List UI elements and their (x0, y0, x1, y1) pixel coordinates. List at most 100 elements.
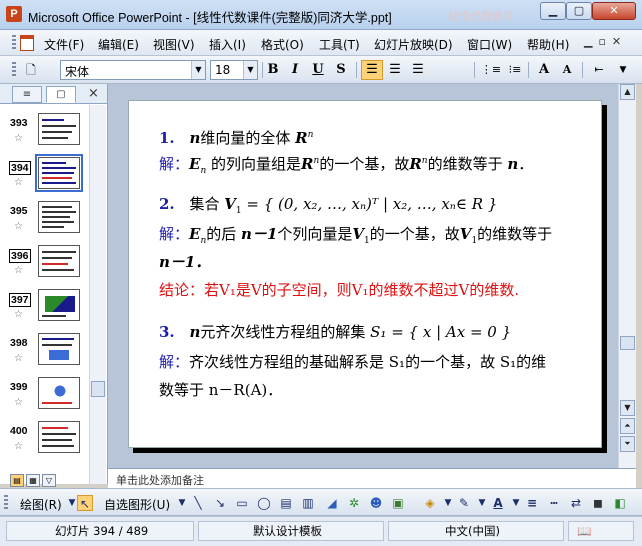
rectangle-tool-icon[interactable]: ▭ (234, 495, 250, 511)
wordart-icon[interactable]: ◢ (324, 495, 340, 511)
slide-line-5[interactable]: n－1． (159, 251, 210, 272)
scrollbar-thumb[interactable] (620, 336, 635, 350)
slide-line-2[interactable]: 解：En 的列向量组是Rn的一个基，故Rn的维数等于 n． (159, 153, 533, 176)
toolbar-options-button[interactable]: ▼ (616, 60, 630, 80)
maximize-button[interactable]: ▢ (566, 2, 592, 20)
font-color-icon[interactable]: A (490, 495, 506, 511)
new-document-button[interactable]: 🗋 (20, 60, 42, 80)
vertical-text-box-icon[interactable]: ▥ (300, 495, 316, 511)
align-left-button[interactable]: ☰ (361, 60, 383, 80)
underline-button[interactable]: U (307, 60, 329, 80)
slide-line-3[interactable]: 2. 集合 V1 = { (0, x₂, …, xₙ)ᵀ | x₂, …, xₙ… (159, 193, 497, 216)
notes-pane[interactable]: 单击此处添加备注 (108, 468, 636, 488)
shadow-style-icon[interactable]: ◼ (590, 495, 606, 511)
grow-font-button[interactable]: A (533, 60, 555, 80)
line-tool-icon[interactable]: ╲ (190, 495, 206, 511)
font-name-combo[interactable]: 宋体 ▼ (60, 60, 206, 80)
slide-thumbnail[interactable] (38, 113, 80, 145)
bullets-button[interactable]: ⁝≡ (504, 60, 526, 80)
previous-slide-button[interactable]: ⏶ (620, 418, 635, 434)
slide-thumbnail-row[interactable]: 396 ☆ (0, 245, 88, 289)
slide-thumbnail-row[interactable]: 394 ☆ (0, 154, 88, 201)
chevron-down-icon[interactable]: ▼ (440, 495, 456, 511)
draw-menu-button[interactable]: 绘图(R) (20, 496, 62, 513)
spell-check-status[interactable]: 📖 (568, 521, 634, 541)
dash-style-icon[interactable]: ┅ (546, 495, 562, 511)
slide-thumbnail-current[interactable] (35, 154, 83, 192)
line-style-icon[interactable]: ≡ (524, 495, 540, 511)
menu-view[interactable]: 视图(V) (153, 36, 195, 53)
3d-style-icon[interactable]: ◧ (612, 495, 628, 511)
toolbar-grip[interactable] (4, 495, 8, 511)
slide-line-1[interactable]: 1. n维向量的全体 Rn (159, 127, 313, 148)
slide-line-9[interactable]: 数等于 n－R(A)． (159, 379, 282, 400)
slide-thumbnail[interactable] (38, 245, 80, 277)
picture-icon[interactable]: ▣ (390, 495, 406, 511)
slide-thumbnail[interactable] (38, 377, 80, 409)
slide-thumbnail[interactable] (38, 421, 80, 453)
numbering-button[interactable]: ⋮≡ (480, 60, 502, 80)
pane-close-button[interactable]: × (88, 86, 99, 101)
clip-art-icon[interactable]: ☻ (368, 495, 384, 511)
shrink-font-button[interactable]: A (556, 60, 578, 80)
slide-line-7[interactable]: 3. n元齐次线性方程组的解集 S₁ = { x | Ax = 0 } (159, 321, 511, 342)
scroll-up-button[interactable]: ▲ (620, 84, 635, 100)
slide-thumbnail-row[interactable]: 395 ☆ (0, 201, 88, 245)
menubar-grip[interactable] (12, 35, 16, 51)
slide-thumbnail-row[interactable]: 397 ☆ (0, 289, 88, 333)
scrollbar-thumb[interactable] (91, 381, 105, 397)
decrease-indent-button[interactable]: ⇤ (588, 60, 610, 80)
current-slide[interactable]: 1. n维向量的全体 Rn 解：En 的列向量组是Rn的一个基，故Rn的维数等于… (128, 100, 602, 448)
line-color-icon[interactable]: ✎ (456, 495, 472, 511)
menu-window[interactable]: 窗口(W) (467, 36, 512, 53)
fill-color-icon[interactable]: ◈ (422, 495, 438, 511)
autoshapes-menu-button[interactable]: 自选图形(U) (104, 496, 170, 513)
oval-tool-icon[interactable]: ◯ (256, 495, 272, 511)
normal-view-button[interactable]: ▤ (10, 474, 24, 487)
slideshow-view-button[interactable]: ▽ (42, 474, 56, 487)
slide-thumbnail[interactable] (38, 289, 80, 321)
slide-sorter-view-button[interactable]: ▦ (26, 474, 40, 487)
arrow-style-icon[interactable]: ⇄ (568, 495, 584, 511)
chevron-down-icon[interactable]: ▼ (508, 495, 524, 511)
document-window-controls[interactable]: ▁▫✕ (584, 35, 627, 48)
align-right-button[interactable]: ☰ (407, 60, 429, 80)
tab-outline[interactable]: ≡ (12, 86, 42, 103)
chevron-down-icon[interactable]: ▼ (174, 495, 190, 511)
slides-pane-scrollbar[interactable] (89, 105, 106, 484)
slide-thumbnail-row[interactable]: 400 ☆ (0, 421, 88, 465)
chevron-down-icon[interactable]: ▼ (474, 495, 490, 511)
menu-format[interactable]: 格式(O) (261, 36, 304, 53)
slide-thumbnail[interactable] (38, 333, 80, 365)
select-pointer-icon[interactable]: ↖ (77, 495, 93, 511)
bold-button[interactable]: B (262, 60, 284, 80)
diagram-icon[interactable]: ✲ (346, 495, 362, 511)
slide-line-8[interactable]: 解：齐次线性方程组的基础解系是 S₁的一个基，故 S₁的维 (159, 351, 546, 372)
slide-conclusion-line[interactable]: 结论：若V₁是V的子空间，则V₁的维数不超过V的维数. (159, 279, 519, 300)
toolbar-grip[interactable] (12, 62, 16, 78)
chevron-down-icon[interactable]: ▼ (191, 61, 205, 79)
text-box-icon[interactable]: ▤ (278, 495, 294, 511)
status-template[interactable]: 默认设计模板 (198, 521, 384, 541)
editor-scrollbar[interactable]: ▲ ▼ ⏶ ⏷ (618, 84, 636, 468)
tab-slides[interactable]: ▢ (46, 86, 76, 103)
menu-help[interactable]: 帮助(H) (527, 36, 569, 53)
slide-thumbnail-row[interactable]: 393 ☆ (0, 113, 88, 157)
menu-insert[interactable]: 插入(I) (209, 36, 246, 53)
minimize-button[interactable]: ▁ (540, 2, 566, 20)
menu-file[interactable]: 文件(F) (44, 36, 84, 53)
menu-edit[interactable]: 编辑(E) (98, 36, 139, 53)
font-size-combo[interactable]: 18 ▼ (210, 60, 258, 80)
slide-thumbnail-row[interactable]: 399 ☆ (0, 377, 88, 421)
slide-thumbnail[interactable] (38, 201, 80, 233)
arrow-tool-icon[interactable]: ↘ (212, 495, 228, 511)
shadow-button[interactable]: S (330, 60, 352, 80)
slide-thumbnail-row[interactable]: 398 ☆ (0, 333, 88, 377)
slide-line-4[interactable]: 解：En的后 n－1个列向量是V1的一个基，故V1的维数等于 (159, 223, 552, 246)
align-center-button[interactable]: ☰ (384, 60, 406, 80)
close-button[interactable]: ✕ (592, 2, 636, 20)
italic-button[interactable]: I (284, 60, 306, 80)
status-language[interactable]: 中文(中国) (388, 521, 564, 541)
menu-tools[interactable]: 工具(T) (319, 36, 360, 53)
document-icon[interactable] (20, 35, 34, 51)
